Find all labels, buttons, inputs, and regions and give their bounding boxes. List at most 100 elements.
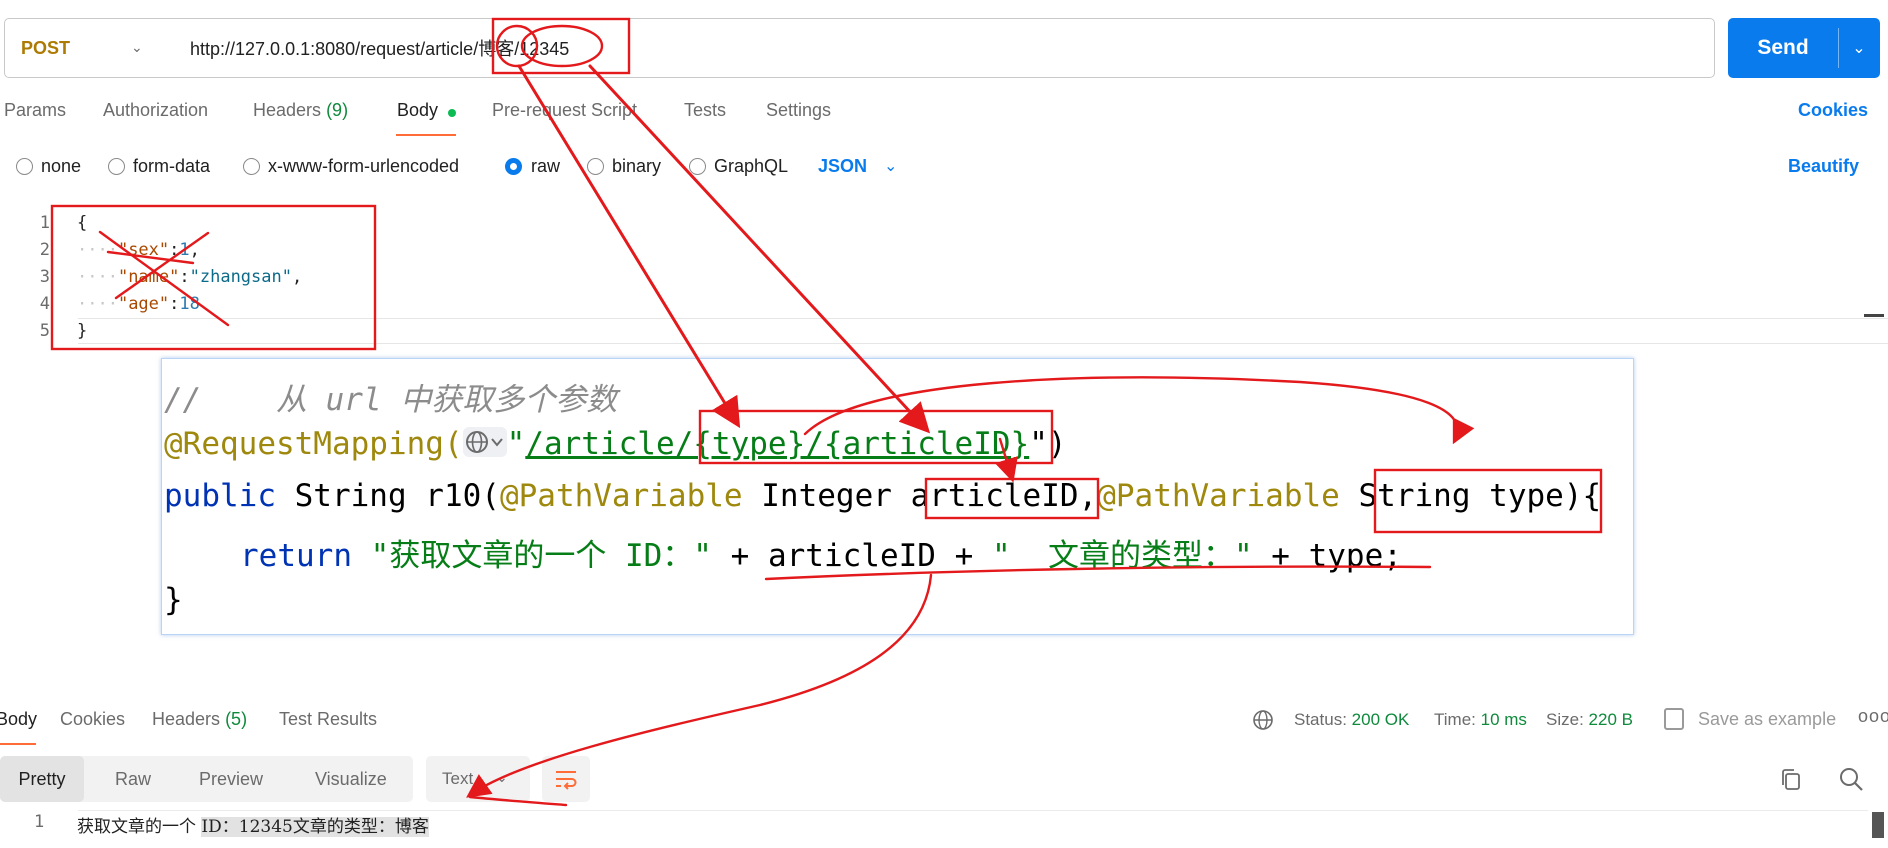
tab-params-label: Params	[4, 100, 67, 120]
tab-authorization-label: Authorization	[103, 100, 209, 120]
copy-icon[interactable]	[1780, 768, 1802, 792]
mapping-path: /article/{type}/{articleID}	[525, 426, 1030, 462]
json-comma: ,	[189, 240, 200, 260]
method-select[interactable]: POST	[21, 19, 70, 77]
comment-text: // 从 url 中获取多个参数	[164, 382, 618, 418]
active-tab-underline	[0, 743, 36, 745]
active-tab-underline	[396, 134, 456, 136]
globe-icon	[462, 426, 507, 457]
save-icon[interactable]	[1664, 708, 1684, 730]
editor-divider	[78, 343, 1888, 344]
send-button-label[interactable]: Send	[1728, 18, 1838, 78]
line-number: 3	[39, 267, 50, 287]
tab-settings[interactable]: Settings	[766, 100, 831, 121]
radio-raw-label[interactable]: raw	[531, 156, 560, 177]
code-line: ····"age":18	[77, 294, 200, 314]
radio-form-data-label[interactable]: form-data	[133, 156, 210, 177]
code-line: }	[77, 321, 87, 341]
tab-test-results[interactable]: Test Results	[279, 709, 377, 730]
radio-none-label[interactable]: none	[41, 156, 81, 177]
radio-graphql[interactable]	[689, 158, 706, 175]
path-variable-annotation: @PathVariable	[499, 478, 743, 514]
view-pretty[interactable]: Pretty	[0, 756, 84, 802]
code-snippet-overlay: // 从 url 中获取多个参数 @RequestMapping("/artic…	[161, 358, 1634, 635]
chevron-down-icon[interactable]: ⌄	[131, 39, 143, 56]
radio-binary[interactable]	[587, 158, 604, 175]
response-format-select[interactable]: Text ⌄	[426, 756, 530, 802]
json-comma: ,	[291, 267, 303, 287]
more-options-icon[interactable]: ooo	[1858, 706, 1888, 727]
view-visualize[interactable]: Visualize	[315, 756, 387, 802]
tab-response-headers-label: Headers	[152, 709, 221, 729]
cookies-link[interactable]: Cookies	[1798, 100, 1868, 121]
snippet-comment: // 从 url 中获取多个参数	[164, 374, 617, 419]
tab-response-body[interactable]: Body	[0, 709, 37, 730]
save-as-example-button[interactable]: Save as example	[1698, 709, 1836, 730]
network-globe-icon[interactable]	[1252, 709, 1274, 737]
response-status[interactable]: Status: 200 OK	[1294, 710, 1409, 730]
return-end: + type;	[1252, 538, 1402, 574]
line-number: 4	[39, 294, 50, 314]
request-body-editor[interactable]: 1 2 3 4 5 { ····"sex":1, ····"name":"zha…	[0, 208, 1888, 348]
line-number: 2	[39, 240, 50, 260]
response-scrollbar[interactable]	[1872, 812, 1884, 838]
tab-pre-request-script[interactable]: Pre-request Script	[492, 100, 637, 121]
response-divider	[78, 810, 1868, 811]
body-modified-dot	[448, 109, 456, 117]
param-type: String type){	[1339, 478, 1602, 514]
editor-divider	[78, 318, 1888, 319]
radio-binary-label[interactable]: binary	[612, 156, 661, 177]
open-brace: {	[77, 213, 88, 233]
response-view-switcher: Pretty Raw Preview Visualize	[0, 756, 413, 802]
tab-authorization[interactable]: Authorization	[103, 100, 208, 121]
line-number: 5	[39, 321, 50, 341]
code-line: ····"sex":1,	[77, 240, 200, 260]
param-article-id: Integer articleID,	[742, 478, 1098, 514]
send-button[interactable]: Send ⌄	[1728, 18, 1880, 78]
tab-tests-label: Tests	[684, 100, 727, 120]
radio-urlencoded[interactable]	[243, 158, 260, 175]
size-label: Size:	[1546, 710, 1584, 729]
view-preview[interactable]: Preview	[199, 756, 263, 802]
response-text-selected: ID：12345文章的类型：博客	[201, 817, 429, 837]
wrap-lines-icon[interactable]	[542, 756, 590, 802]
return-string: " 文章的类型："	[991, 538, 1253, 574]
body-format-select[interactable]: JSON	[818, 156, 867, 177]
tab-headers[interactable]: Headers (9)	[253, 100, 348, 121]
radio-raw[interactable]	[505, 158, 522, 175]
response-body-text[interactable]: 获取文章的一个 ID：12345文章的类型：博客	[77, 812, 429, 837]
tab-headers-label: Headers	[253, 100, 322, 120]
time-label: Time:	[1434, 710, 1476, 729]
response-time[interactable]: Time: 10 ms	[1434, 710, 1527, 730]
chevron-down-icon[interactable]: ⌄	[884, 156, 897, 176]
tab-response-cookies[interactable]: Cookies	[60, 709, 125, 730]
time-value: 10 ms	[1480, 710, 1527, 729]
tab-tests[interactable]: Tests	[684, 100, 726, 121]
tab-settings-label: Settings	[766, 100, 832, 120]
json-key: "age"	[117, 294, 170, 314]
tab-response-headers[interactable]: Headers (5)	[152, 709, 247, 730]
radio-graphql-label[interactable]: GraphQL	[714, 156, 788, 177]
beautify-button[interactable]: Beautify	[1788, 156, 1859, 177]
editor-scrollbar[interactable]	[1864, 314, 1884, 317]
close-brace: }	[164, 582, 183, 618]
url-input[interactable]: http://127.0.0.1:8080/request/article/博客…	[190, 19, 569, 77]
path-quote: "	[506, 426, 526, 462]
tab-body[interactable]: Body	[397, 100, 438, 121]
size-value: 220 B	[1588, 710, 1633, 729]
tab-pre-request-script-label: Pre-request Script	[492, 100, 638, 120]
radio-urlencoded-label[interactable]: x-www-form-urlencoded	[268, 156, 459, 177]
json-value: "zhangsan"	[189, 267, 292, 287]
tab-body-label: Body	[397, 100, 439, 120]
line-number: 1	[39, 213, 50, 233]
radio-none[interactable]	[16, 158, 33, 175]
radio-form-data[interactable]	[108, 158, 125, 175]
response-format-label: Text	[442, 769, 474, 788]
tab-response-cookies-label: Cookies	[60, 709, 126, 729]
search-icon[interactable]	[1838, 766, 1864, 792]
response-size[interactable]: Size: 220 B	[1546, 710, 1633, 730]
tab-params[interactable]: Params	[4, 100, 66, 121]
url-bar: POST ⌄ http://127.0.0.1:8080/request/art…	[4, 18, 1715, 78]
view-raw[interactable]: Raw	[115, 756, 151, 802]
send-options-chevron-icon[interactable]: ⌄	[1838, 18, 1880, 78]
